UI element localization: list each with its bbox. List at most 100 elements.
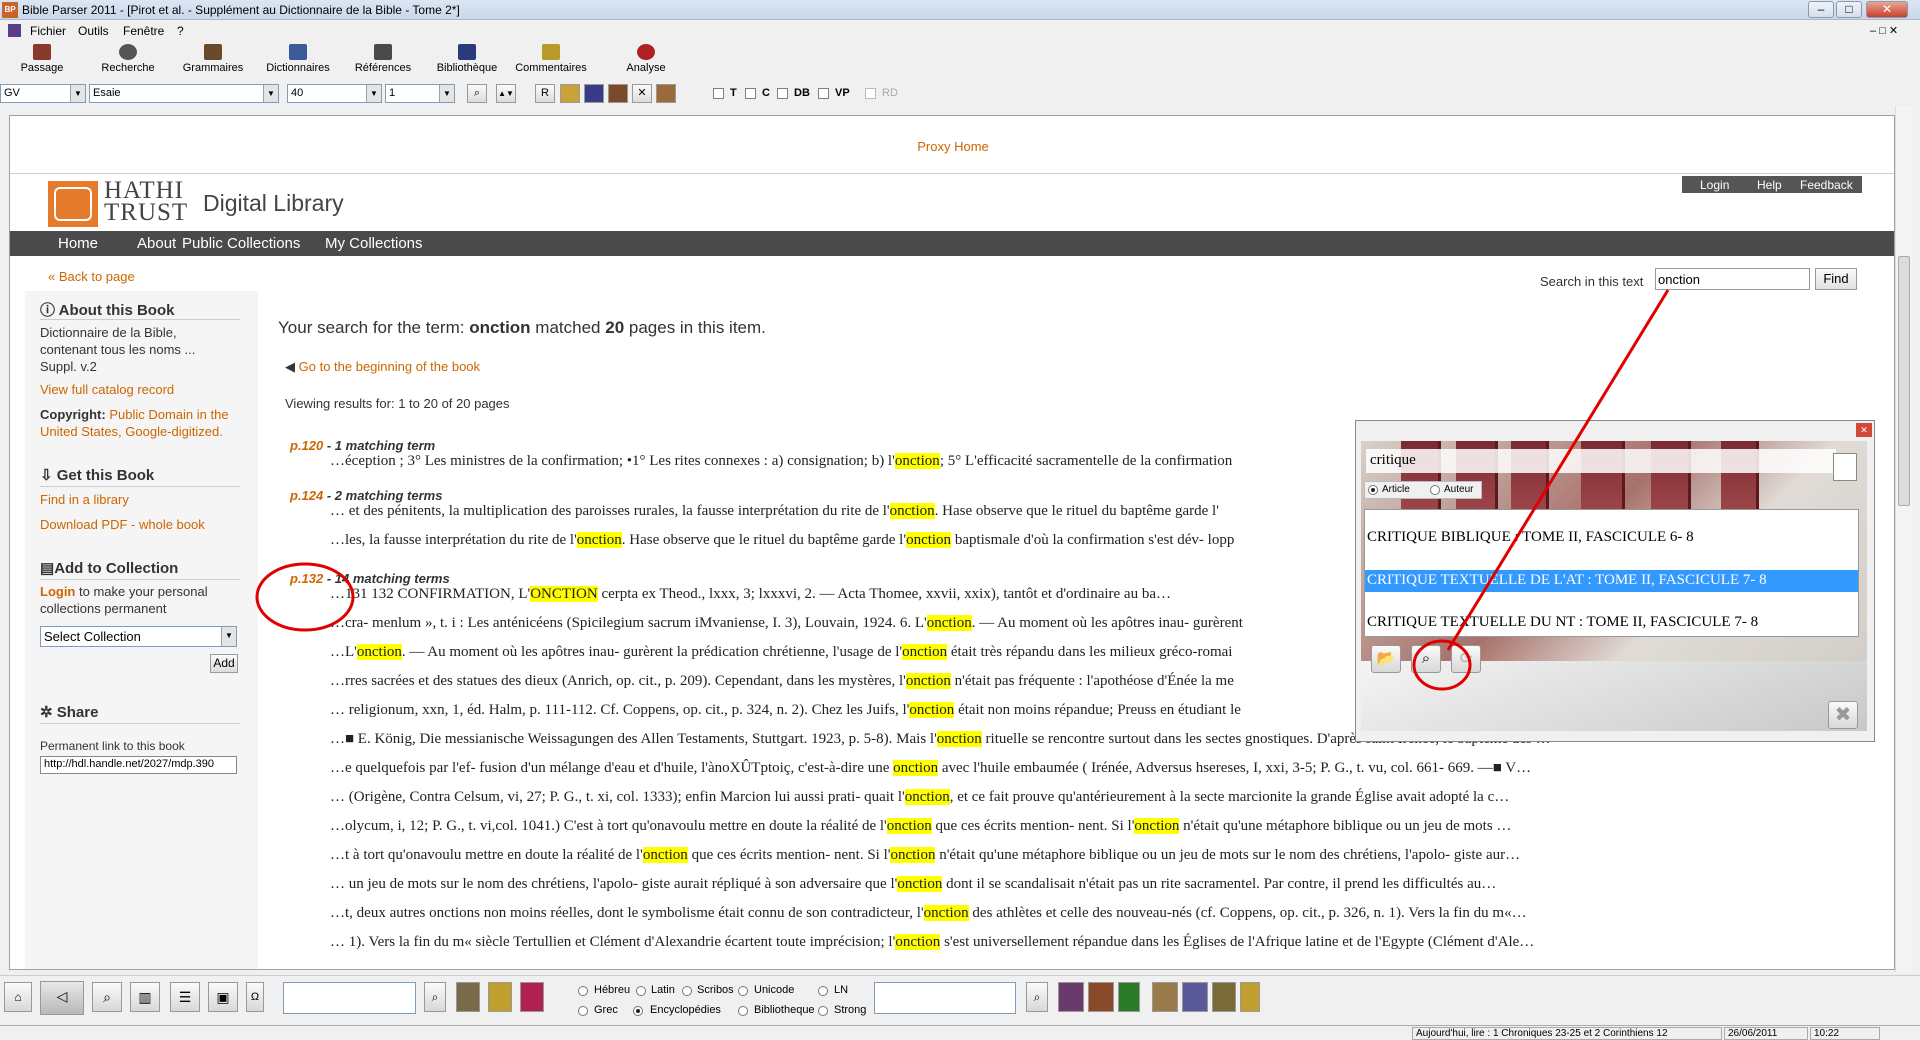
book-select[interactable]: Esaie ▼ <box>89 84 279 103</box>
close-button[interactable]: ✕ <box>1866 1 1908 18</box>
image-icon[interactable] <box>656 84 676 103</box>
mdi-controls[interactable]: – □ ✕ <box>1870 24 1898 37</box>
scroll-thumb[interactable] <box>1898 256 1910 506</box>
sidebar-login-link[interactable]: Login <box>40 584 75 599</box>
radio-bibliotheque[interactable] <box>738 1006 748 1016</box>
list-item-selected[interactable]: CRITIQUE TEXTUELLE DE L'AT : TOME II, FA… <box>1365 570 1858 592</box>
bibliotheque-button[interactable]: Bibliothèque <box>432 44 502 74</box>
search-go-icon[interactable]: ⌕ <box>467 84 487 103</box>
radio-auteur[interactable] <box>1430 485 1440 495</box>
radio-ln[interactable] <box>818 986 828 996</box>
checkbox-vp[interactable] <box>818 88 829 99</box>
zoom-icon[interactable]: ⌕ <box>92 982 122 1012</box>
rows-icon[interactable]: ☰ <box>170 982 200 1012</box>
list-item[interactable]: CRITIQUE TEXTUELLE DU NT : TOME II, FASC… <box>1365 612 1858 634</box>
collection-select[interactable]: Select Collection ▼ <box>40 626 237 647</box>
menu-fichier[interactable]: Fichier <box>30 24 66 38</box>
result-page-link[interactable]: p.132 <box>290 571 323 586</box>
result-page-link[interactable]: p.124 <box>290 488 323 503</box>
bottom-search-input[interactable] <box>283 982 416 1014</box>
window-icon[interactable]: ▣ <box>208 982 238 1012</box>
radio-encyclopedies[interactable] <box>633 1006 643 1016</box>
maximize-button[interactable]: □ <box>1836 1 1862 18</box>
nav-about[interactable]: About <box>137 235 176 252</box>
library-icon[interactable] <box>1088 982 1114 1012</box>
settings-icon[interactable] <box>1240 982 1260 1012</box>
search-icon[interactable]: ⌕ <box>424 982 446 1012</box>
nav-home[interactable]: Home <box>58 235 98 252</box>
omega-icon[interactable]: Ω <box>246 982 264 1012</box>
find-button[interactable]: Find <box>1815 268 1857 290</box>
verse-select[interactable]: 1 ▼ <box>385 84 455 103</box>
search-icon[interactable]: ⌕ <box>1411 645 1441 673</box>
radio-scribos[interactable] <box>682 986 692 996</box>
r-button[interactable]: R <box>535 84 555 103</box>
menu-help[interactable]: ? <box>177 24 184 38</box>
catalog-record-link[interactable]: View full catalog record <box>40 381 174 398</box>
add-collection-button[interactable]: Add <box>210 654 238 673</box>
passage-button[interactable]: Passage <box>20 44 64 74</box>
books-icon[interactable] <box>584 84 604 103</box>
open-folder-icon[interactable]: 📂 <box>1371 645 1401 673</box>
columns-icon[interactable] <box>1118 982 1140 1012</box>
search-icon[interactable]: ⌕ <box>1026 982 1048 1012</box>
hathitrust-logo[interactable] <box>48 181 98 227</box>
parallel-icon[interactable] <box>560 84 580 103</box>
help-link[interactable]: Help <box>1757 178 1782 192</box>
table-icon[interactable] <box>1182 982 1208 1012</box>
grid-icon[interactable] <box>1152 982 1178 1012</box>
checkbox-rd[interactable] <box>865 88 876 99</box>
prev-next-icon[interactable]: ▲▼ <box>496 84 516 103</box>
checkbox-db[interactable] <box>777 88 788 99</box>
nav-public-collections[interactable]: Public Collections <box>182 235 300 252</box>
page-scrollbar[interactable] <box>1895 106 1912 972</box>
menu-fenetre[interactable]: Fenêtre <box>123 24 164 38</box>
radio-strong[interactable] <box>818 1006 828 1016</box>
search-input[interactable]: onction <box>1655 268 1810 290</box>
checkbox-c[interactable] <box>745 88 756 99</box>
radio-latin[interactable] <box>636 986 646 996</box>
download-pdf-link[interactable]: Download PDF - whole book <box>40 516 205 533</box>
radio-unicode[interactable] <box>738 986 748 996</box>
dictionnaires-button[interactable]: Dictionnaires <box>260 44 336 74</box>
feedback-link[interactable]: Feedback <box>1800 178 1853 192</box>
proxy-home-link[interactable]: Proxy Home <box>10 139 1894 154</box>
home-icon[interactable]: ⌂ <box>4 982 32 1012</box>
menu-outils[interactable]: Outils <box>78 24 109 38</box>
version-select[interactable]: GV ▼ <box>0 84 86 103</box>
compare-icon[interactable] <box>1212 982 1236 1012</box>
checkbox-t[interactable] <box>713 88 724 99</box>
chapter-select[interactable]: 40 ▼ <box>287 84 382 103</box>
login-link[interactable]: Login <box>1700 178 1729 192</box>
commentaires-button[interactable]: Commentaires <box>510 44 592 74</box>
notes-icon[interactable] <box>456 982 480 1012</box>
one-column-icon[interactable]: ▥ <box>130 982 160 1012</box>
recherche-button[interactable]: Recherche <box>98 44 158 74</box>
radio-hebreu[interactable] <box>578 986 588 996</box>
document-icon[interactable] <box>1833 453 1857 481</box>
popup-close-icon[interactable]: ✕ <box>1856 423 1872 437</box>
notes-icon[interactable] <box>608 84 628 103</box>
refresh-icon[interactable]: ⟳ <box>1451 645 1481 673</box>
parallel-icon[interactable] <box>488 982 512 1012</box>
back-to-page-link[interactable]: « Back to page <box>48 269 135 284</box>
books-icon[interactable] <box>1058 982 1084 1012</box>
find-library-link[interactable]: Find in a library <box>40 491 129 508</box>
grammaires-button[interactable]: Grammaires <box>178 44 248 74</box>
analyse-button[interactable]: Analyse <box>622 44 670 74</box>
radio-article[interactable] <box>1368 485 1378 495</box>
references-button[interactable]: Références <box>350 44 416 74</box>
back-arrow-icon[interactable]: ◁ <box>40 981 84 1015</box>
bottom-search-input-2[interactable] <box>874 982 1016 1014</box>
result-page-link[interactable]: p.120 <box>290 438 323 453</box>
tools-icon[interactable]: ✕ <box>632 84 652 103</box>
stats-icon[interactable] <box>520 982 544 1012</box>
radio-grec[interactable] <box>578 1006 588 1016</box>
goto-beginning-link[interactable]: ◀ Go to the beginning of the book <box>285 359 480 375</box>
minimize-button[interactable]: – <box>1808 1 1834 18</box>
nav-my-collections[interactable]: My Collections <box>325 235 423 252</box>
list-item[interactable]: CRITIQUE BIBLIQUE : TOME II, FASCICULE 6… <box>1365 527 1858 549</box>
popup-search-input[interactable]: critique <box>1366 449 1836 473</box>
permanent-link-field[interactable]: http://hdl.handle.net/2027/mdp.390 <box>40 756 237 774</box>
delete-icon[interactable]: ✖ <box>1828 701 1858 729</box>
